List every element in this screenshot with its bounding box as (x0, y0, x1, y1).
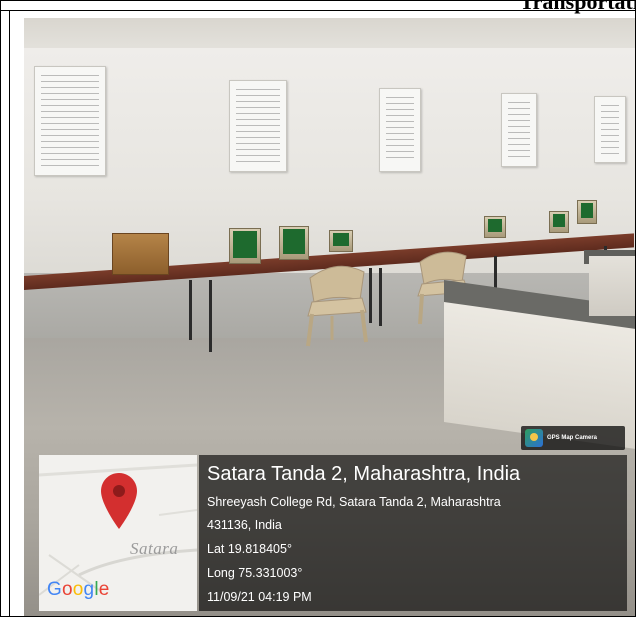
wall-chart (34, 66, 106, 176)
wall-chart (594, 96, 626, 163)
document-page: Transportati GPS Map Camera Satara Googl… (0, 0, 636, 617)
lab-counter (589, 256, 635, 316)
google-logo: Google (47, 579, 110, 600)
apparatus-box (484, 216, 506, 238)
address-line-2: 431136, India (207, 518, 282, 532)
location-title: Satara Tanda 2, Maharashtra, India (207, 463, 521, 485)
wall-chart (379, 88, 421, 172)
lab-photo: GPS Map Camera Satara Google Satara Tand… (24, 18, 635, 616)
bench-leg (189, 280, 192, 340)
gps-badge-label: GPS Map Camera (547, 435, 598, 441)
apparatus-box (279, 226, 309, 260)
bench-leg (379, 268, 382, 326)
wall-chart (501, 93, 537, 167)
wall-chart (229, 80, 287, 172)
plastic-chair (306, 265, 368, 347)
bench-leg (209, 280, 212, 352)
map-thumbnail: Satara Google (39, 455, 197, 611)
apparatus-box (577, 200, 597, 224)
longitude: Long 75.331003° (207, 566, 303, 580)
gps-camera-badge: GPS Map Camera (521, 426, 625, 450)
apparatus-box (229, 228, 261, 264)
wooden-apparatus-box (112, 233, 169, 275)
address-line-1: Shreeyash College Rd, Satara Tanda 2, Ma… (207, 495, 501, 509)
gps-map-camera-icon (525, 429, 543, 447)
header-rule (1, 10, 635, 11)
left-rule (9, 10, 10, 616)
map-pin-icon (101, 473, 137, 529)
apparatus-box (549, 211, 569, 233)
apparatus-box (329, 230, 353, 252)
latitude: Lat 19.818405° (207, 542, 292, 556)
location-info-box: Satara Tanda 2, Maharashtra, India Shree… (199, 455, 627, 611)
document-heading: Transportati (519, 0, 636, 14)
map-place-label: Satara (130, 539, 179, 558)
timestamp: 11/09/21 04:19 PM (207, 590, 312, 604)
